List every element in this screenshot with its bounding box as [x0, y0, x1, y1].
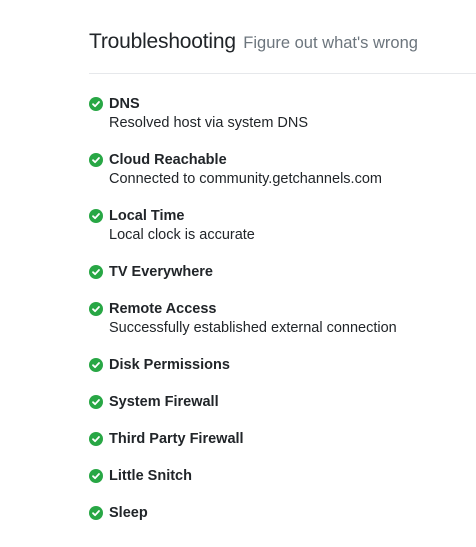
page-header: Troubleshooting Figure out what's wrong — [89, 30, 418, 54]
check-name: TV Everywhere — [109, 264, 213, 280]
check-description: Connected to community.getchannels.com — [109, 171, 382, 187]
check-name: Little Snitch — [109, 468, 192, 484]
check-circle-icon — [89, 506, 103, 520]
check-circle-icon — [89, 209, 103, 223]
check-name: Sleep — [109, 505, 148, 521]
check-circle-icon — [89, 265, 103, 279]
check-circle-icon — [89, 302, 103, 316]
check-name: System Firewall — [109, 394, 219, 410]
check-item-tv-everywhere: TV Everywhere — [89, 262, 469, 299]
check-description: Successfully established external connec… — [109, 320, 397, 336]
check-circle-icon — [89, 395, 103, 409]
check-circle-icon — [89, 432, 103, 446]
page-subtitle: Figure out what's wrong — [243, 34, 418, 52]
check-item-cloud-reachable: Cloud Reachable Connected to community.g… — [89, 150, 469, 206]
check-circle-icon — [89, 358, 103, 372]
check-name: Remote Access — [109, 301, 217, 317]
check-item-local-time: Local Time Local clock is accurate — [89, 206, 469, 262]
troubleshooting-checks-list: DNS Resolved host via system DNS Cloud R… — [89, 94, 469, 540]
check-circle-icon — [89, 97, 103, 111]
check-name: Disk Permissions — [109, 357, 230, 373]
check-item-remote-access: Remote Access Successfully established e… — [89, 299, 469, 355]
check-circle-icon — [89, 153, 103, 167]
check-name: DNS — [109, 96, 140, 112]
check-description: Local clock is accurate — [109, 227, 255, 243]
check-item-little-snitch: Little Snitch — [89, 466, 469, 503]
check-item-system-firewall: System Firewall — [89, 392, 469, 429]
header-divider — [89, 73, 476, 74]
check-item-dns: DNS Resolved host via system DNS — [89, 94, 469, 150]
check-name: Third Party Firewall — [109, 431, 244, 447]
check-circle-icon — [89, 469, 103, 483]
check-item-third-party-firewall: Third Party Firewall — [89, 429, 469, 466]
check-item-disk-permissions: Disk Permissions — [89, 355, 469, 392]
page-title: Troubleshooting — [89, 30, 236, 53]
check-item-sleep: Sleep — [89, 503, 469, 540]
check-name: Cloud Reachable — [109, 152, 227, 168]
check-description: Resolved host via system DNS — [109, 115, 309, 131]
check-name: Local Time — [109, 208, 185, 224]
